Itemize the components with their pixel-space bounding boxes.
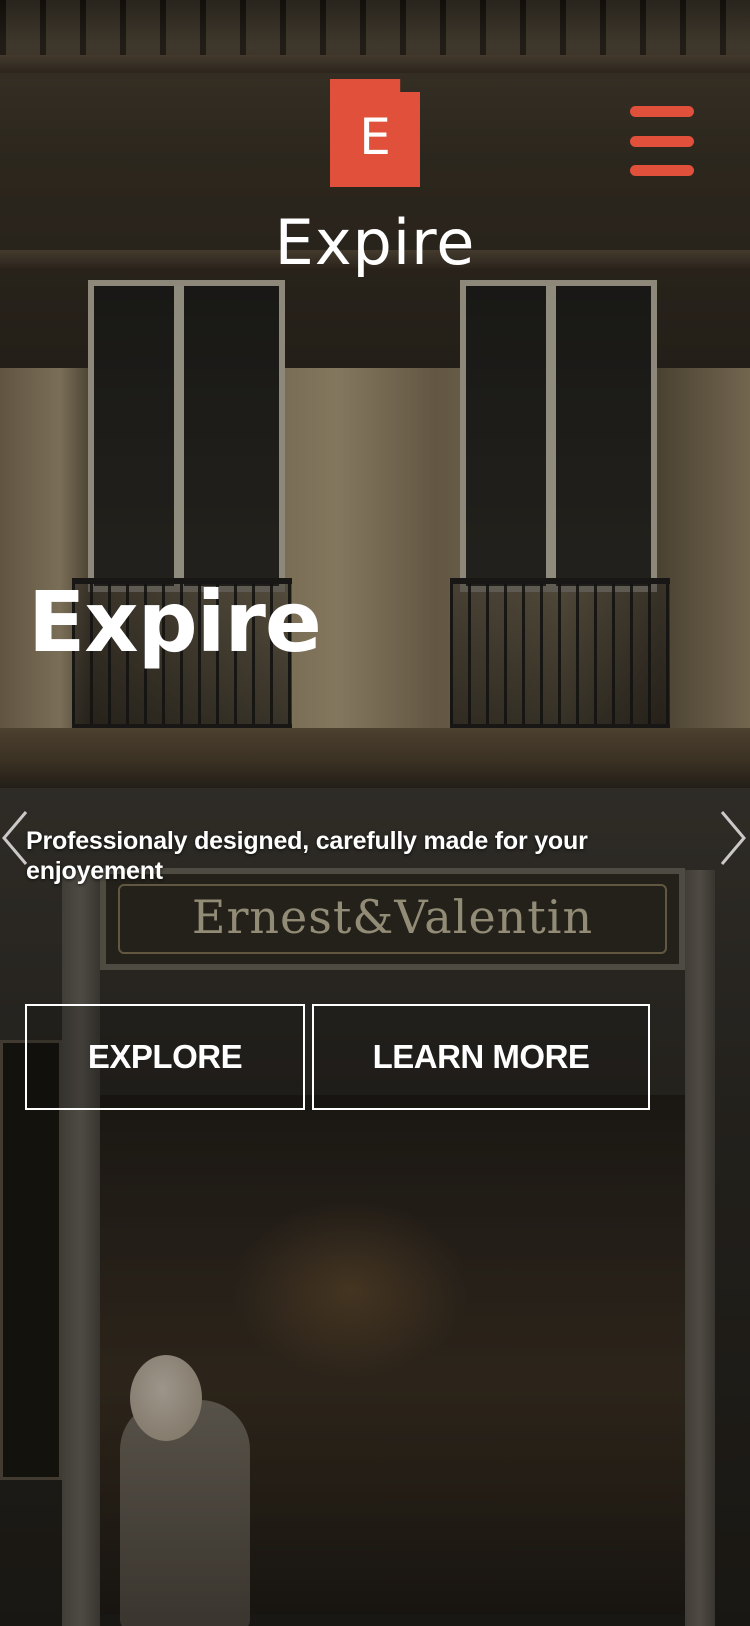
hero-subtitle: Professionaly designed, carefully made f… [26, 827, 588, 885]
hero-title: Expire [28, 573, 322, 671]
logo-icon[interactable]: E [330, 79, 420, 187]
learn-more-button[interactable]: LEARN MORE [312, 1004, 650, 1110]
logo-letter: E [359, 108, 391, 166]
logo-text[interactable]: Expire [0, 212, 750, 274]
explore-button[interactable]: EXPLORE [25, 1004, 305, 1110]
hamburger-menu-icon[interactable] [630, 106, 694, 176]
page: Ernest&Valentin E Expire Expire Professi… [0, 0, 750, 1626]
